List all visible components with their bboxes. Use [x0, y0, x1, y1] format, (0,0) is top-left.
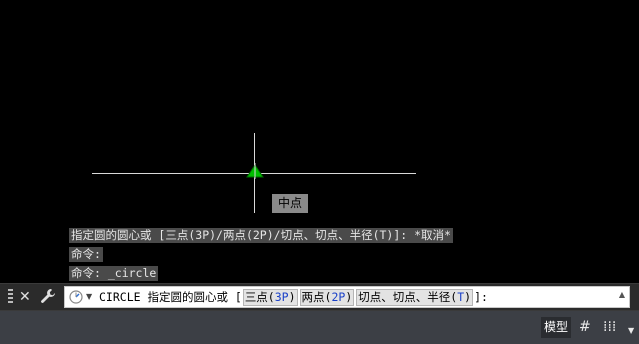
chevron-down-icon[interactable]: ▼ — [628, 323, 634, 339]
drawing-canvas[interactable]: 中点 指定圆的圆心或 [三点(3P)/两点(2P)/切点、切点、半径(T)]: … — [0, 0, 639, 283]
history-expand-icon[interactable]: ▲ — [619, 290, 625, 299]
history-line: 命令: — [69, 247, 103, 262]
option-key: 3P — [274, 290, 289, 304]
wrench-icon-shape — [41, 289, 55, 303]
option-label: 切点、切点、半径( — [358, 290, 458, 304]
midpoint-snap-marker-icon — [246, 163, 264, 179]
command-suffix: ]: — [474, 290, 488, 304]
status-bar: 模型 # ⁞⁞⁞ ▼ — [0, 311, 639, 344]
drag-grip-handle[interactable] — [8, 289, 13, 305]
grid-display-icon[interactable]: # — [579, 319, 591, 335]
snap-tooltip: 中点 — [272, 194, 309, 213]
close-icon[interactable]: ✕ — [19, 288, 31, 306]
option-key: 2P — [331, 290, 346, 304]
command-line-bar: ✕ ▼ CIRCLE 指定圆的圆心或 [三点(3P) 两点(2P) 切点、切点、半径… — [0, 283, 639, 311]
history-line: 命令: _circle — [69, 266, 159, 281]
history-line: 指定圆的圆心或 [三点(3P)/两点(2P)/切点、切点、半径(T)]: *取消… — [69, 228, 453, 243]
option-two-point[interactable]: 两点(2P) — [299, 289, 355, 306]
command-prompt-text: CIRCLE 指定圆的圆心或 [三点(3P) 两点(2P) 切点、切点、半径(T)]… — [99, 287, 488, 307]
option-label: 三点( — [244, 290, 275, 304]
command-prefix: CIRCLE 指定圆的圆心或 [ — [99, 290, 242, 304]
option-label: 两点( — [301, 290, 332, 304]
wrench-icon[interactable] — [40, 288, 56, 309]
snap-mode-icon[interactable]: ⁞⁞⁞ — [603, 319, 616, 335]
model-space-button[interactable]: 模型 — [541, 317, 572, 338]
option-close: ) — [345, 290, 353, 304]
chevron-down-icon[interactable]: ▼ — [86, 289, 92, 305]
option-close: ) — [288, 290, 296, 304]
command-history: 指定圆的圆心或 [三点(3P)/两点(2P)/切点、切点、半径(T)]: *取消… — [69, 224, 453, 281]
option-tan-tan-radius[interactable]: 切点、切点、半径(T) — [356, 289, 474, 306]
option-close: ) — [464, 290, 472, 304]
command-input[interactable]: ▼ CIRCLE 指定圆的圆心或 [三点(3P) 两点(2P) 切点、切点、半径(T… — [64, 286, 630, 308]
option-three-point[interactable]: 三点(3P) — [242, 289, 298, 306]
recent-commands-icon[interactable] — [68, 289, 84, 305]
